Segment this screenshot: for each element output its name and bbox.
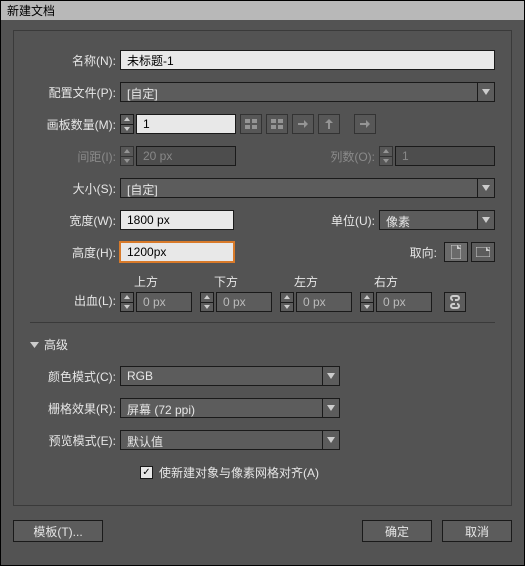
ok-button[interactable]: 确定 bbox=[362, 520, 432, 542]
arrange-up-icon[interactable] bbox=[318, 114, 340, 134]
new-document-dialog: 新建文档 名称(N): 配置文件(P): [自定] 画板数量(M): bbox=[0, 0, 525, 566]
orientation-portrait[interactable] bbox=[444, 242, 468, 262]
arrow-right-icon[interactable] bbox=[354, 114, 376, 134]
artboards-spinner[interactable] bbox=[120, 114, 134, 134]
spacing-spinner bbox=[120, 146, 134, 166]
spacing-input bbox=[136, 146, 236, 166]
chevron-down-icon bbox=[322, 398, 340, 418]
chevron-up-icon bbox=[379, 146, 393, 156]
arrange-right-icon[interactable] bbox=[292, 114, 314, 134]
dialog-panel: 名称(N): 配置文件(P): [自定] 画板数量(M): bbox=[13, 30, 512, 506]
columns-input bbox=[395, 146, 495, 166]
bleed-left-label: 左方 bbox=[280, 273, 318, 292]
profile-value: [自定] bbox=[120, 82, 477, 102]
advanced-disclosure[interactable]: 高级 bbox=[30, 336, 72, 353]
template-button[interactable]: 模板(T)... bbox=[13, 520, 103, 542]
align-pixel-grid-label: 使新建对象与像素网格对齐(A) bbox=[159, 464, 323, 481]
color-mode-value: RGB bbox=[120, 366, 322, 386]
name-input[interactable] bbox=[120, 50, 495, 70]
chevron-down-icon bbox=[477, 82, 495, 102]
columns-label: 列数(O): bbox=[309, 148, 379, 165]
profile-label: 配置文件(P): bbox=[30, 84, 120, 101]
columns-spinner bbox=[379, 146, 393, 166]
align-pixel-grid-checkbox[interactable]: ✓ bbox=[140, 466, 153, 479]
bleed-right-spinner[interactable] bbox=[360, 292, 374, 312]
bleed-bottom-label: 下方 bbox=[200, 273, 238, 292]
height-label: 高度(H): bbox=[30, 244, 120, 261]
bleed-right-input[interactable] bbox=[376, 292, 432, 312]
height-input[interactable] bbox=[120, 242, 234, 262]
preview-select[interactable]: 默认值 bbox=[120, 430, 340, 450]
bleed-bottom-spinner[interactable] bbox=[200, 292, 214, 312]
units-select[interactable]: 像素 bbox=[379, 210, 495, 230]
color-mode-select[interactable]: RGB bbox=[120, 366, 340, 386]
bleed-left-input[interactable] bbox=[296, 292, 352, 312]
chevron-down-icon bbox=[322, 366, 340, 386]
bleed-left-spinner[interactable] bbox=[280, 292, 294, 312]
width-input[interactable] bbox=[120, 210, 234, 230]
preview-value: 默认值 bbox=[120, 430, 322, 450]
bleed-top-label: 上方 bbox=[120, 273, 158, 292]
spacing-label: 间距(I): bbox=[30, 148, 120, 165]
raster-value: 屏幕 (72 ppi) bbox=[120, 398, 322, 418]
grid-row-icon[interactable] bbox=[240, 114, 262, 134]
profile-select[interactable]: [自定] bbox=[120, 82, 495, 102]
size-value: [自定] bbox=[120, 178, 477, 198]
chevron-up-icon bbox=[120, 146, 134, 156]
preview-label: 预览模式(E): bbox=[30, 432, 120, 449]
bleed-top-spinner[interactable] bbox=[120, 292, 134, 312]
chevron-down-icon bbox=[477, 178, 495, 198]
size-select[interactable]: [自定] bbox=[120, 178, 495, 198]
orientation-landscape[interactable] bbox=[471, 242, 495, 262]
bleed-top-input[interactable] bbox=[136, 292, 192, 312]
chevron-down-icon bbox=[120, 156, 134, 167]
width-label: 宽度(W): bbox=[30, 212, 120, 229]
size-label: 大小(S): bbox=[30, 180, 120, 197]
units-label: 单位(U): bbox=[309, 212, 379, 229]
chevron-up-icon bbox=[120, 114, 134, 124]
triangle-down-icon bbox=[30, 340, 39, 349]
artboards-label: 画板数量(M): bbox=[30, 116, 120, 133]
raster-select[interactable]: 屏幕 (72 ppi) bbox=[120, 398, 340, 418]
chevron-down-icon bbox=[379, 156, 393, 167]
cancel-button[interactable]: 取消 bbox=[442, 520, 512, 542]
raster-label: 栅格效果(R): bbox=[30, 400, 120, 417]
window-title: 新建文档 bbox=[7, 2, 55, 19]
bleed-right-label: 右方 bbox=[360, 273, 398, 292]
units-value: 像素 bbox=[379, 210, 477, 230]
bleed-label: 出血(L): bbox=[30, 292, 120, 312]
bleed-bottom-input[interactable] bbox=[216, 292, 272, 312]
color-mode-label: 颜色模式(C): bbox=[30, 368, 120, 385]
chevron-down-icon bbox=[322, 430, 340, 450]
advanced-title: 高级 bbox=[44, 336, 72, 353]
chevron-down-icon bbox=[477, 210, 495, 230]
chevron-down-icon bbox=[120, 124, 134, 135]
window-titlebar: 新建文档 bbox=[1, 1, 524, 20]
artboards-input[interactable] bbox=[136, 114, 236, 134]
orientation-label: 取向: bbox=[371, 244, 441, 261]
name-label: 名称(N): bbox=[30, 52, 120, 69]
grid-col-icon[interactable] bbox=[266, 114, 288, 134]
link-bleed-icon[interactable] bbox=[444, 292, 466, 312]
